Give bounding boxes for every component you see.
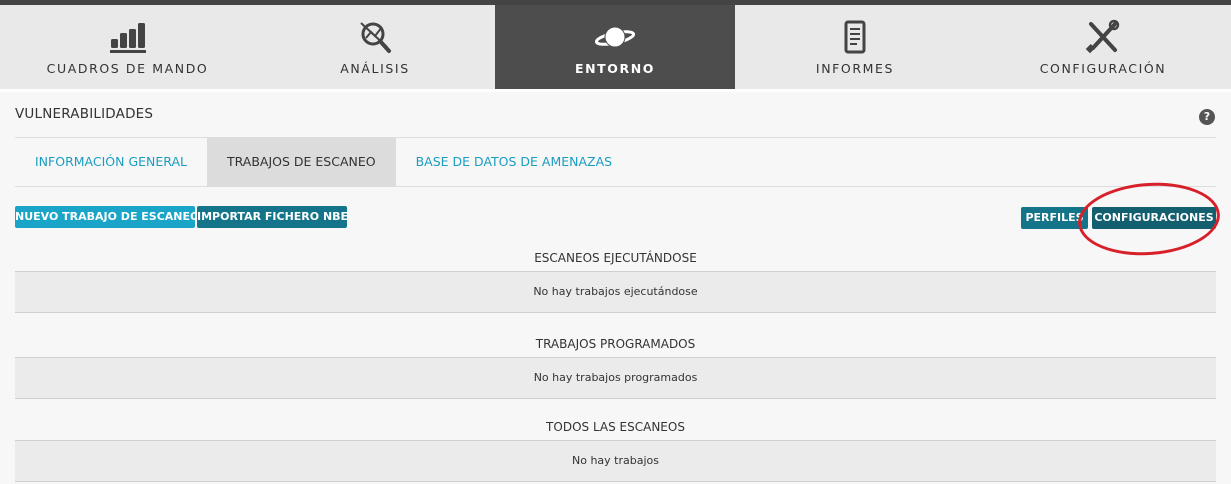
magnifier-analysis-icon: [360, 22, 391, 53]
page-title: VULNERABILIDADES: [15, 106, 154, 122]
bar-chart-icon: [109, 23, 146, 53]
nav-item-configuracion[interactable]: CONFIGURACIÓN: [975, 5, 1231, 89]
nav-item-analisis[interactable]: ANÁLISIS: [255, 5, 495, 89]
section-title-scheduled: TRABAJOS PROGRAMADOS: [535, 337, 696, 351]
section-title-all: TODOS LAS ESCANEOS: [546, 420, 685, 434]
section-title-running: ESCANEOS EJECUTÁNDOSE: [534, 251, 697, 265]
tab-trabajos-de-escaneo[interactable]: TRABAJOS DE ESCANEO: [206, 138, 396, 186]
import-nbe-button[interactable]: IMPORTAR FICHERO NBE: [197, 206, 348, 228]
help-icon[interactable]: ?: [1199, 109, 1215, 125]
tab-informacion-general[interactable]: INFORMACIÓN GENERAL: [15, 138, 207, 186]
nav-item-cuadros-de-mando[interactable]: CUADROS DE MANDO: [0, 5, 255, 89]
nav-label-entorno: ENTORNO: [574, 61, 656, 76]
planet-icon: [595, 26, 635, 48]
document-icon: [844, 20, 866, 54]
nav-label-configuracion: CONFIGURACIÓN: [1039, 61, 1167, 76]
new-scan-job-button[interactable]: NUEVO TRABAJO DE ESCANEO: [15, 206, 199, 228]
sub-tabs: INFORMACIÓN GENERAL TRABAJOS DE ESCANEO …: [15, 137, 1216, 187]
profiles-button[interactable]: PERFILES: [1021, 207, 1088, 229]
nav-item-informes[interactable]: INFORMES: [735, 5, 975, 89]
nav-label-analisis: ANÁLISIS: [340, 61, 410, 76]
tools-icon: [1085, 19, 1120, 54]
tab-base-de-datos-de-amenazas[interactable]: BASE DE DATOS DE AMENAZAS: [396, 138, 632, 186]
nav-item-entorno[interactable]: ENTORNO: [495, 5, 735, 98]
section-box-running: No hay trabajos ejecutándose: [15, 271, 1216, 313]
main-nav: CUADROS DE MANDO ANÁLISIS ENTORNO INFORM…: [0, 5, 1231, 98]
section-box-scheduled: No hay trabajos programados: [15, 357, 1216, 399]
nav-label-informes: INFORMES: [815, 61, 895, 76]
settings-button[interactable]: CONFIGURACIONES: [1092, 207, 1216, 229]
section-box-all: No hay trabajos: [15, 440, 1216, 482]
main-content: VULNERABILIDADES ? INFORMACIÓN GENERAL T…: [0, 92, 1231, 484]
nav-label-cuadros: CUADROS DE MANDO: [46, 61, 209, 76]
